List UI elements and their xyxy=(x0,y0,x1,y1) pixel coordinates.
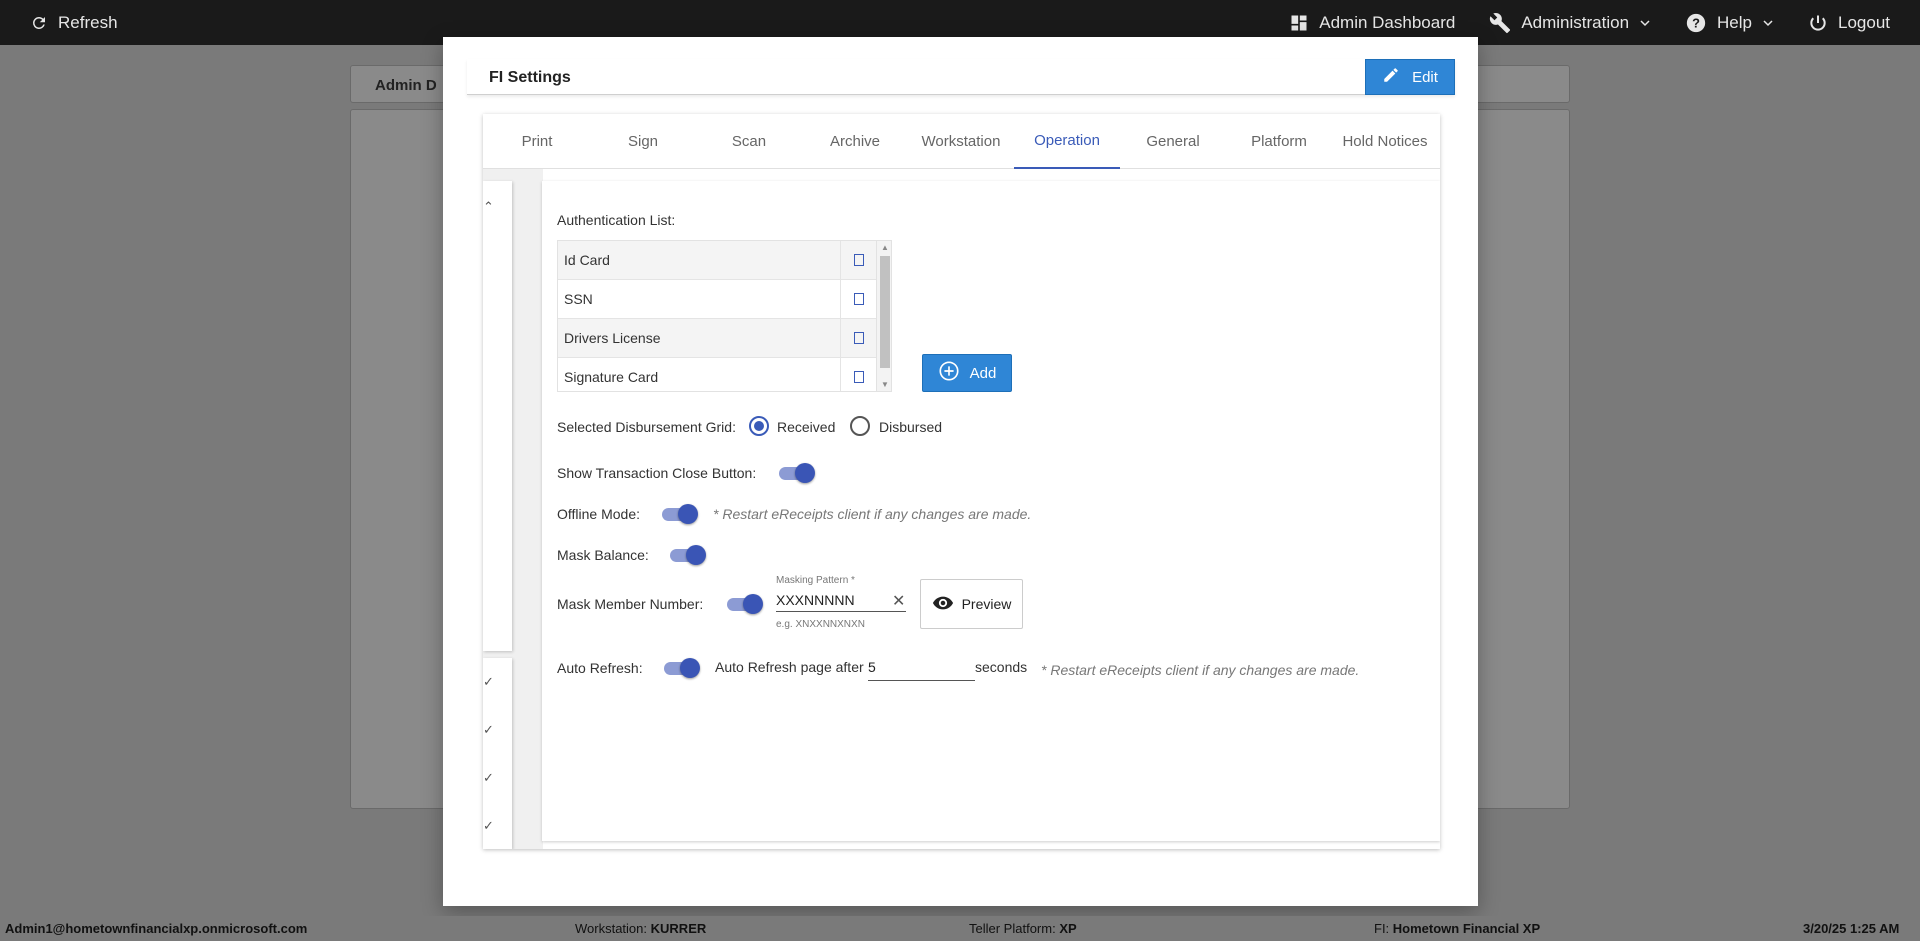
help-icon: ? xyxy=(1685,12,1707,34)
tab-archive[interactable]: Archive xyxy=(802,114,908,169)
mask-member-toggle[interactable] xyxy=(727,593,763,615)
authentication-list: Id Card SSN Drivers License Signature Ca… xyxy=(557,240,892,392)
masking-pattern-field[interactable]: Masking Pattern * XXXNNNNN ✕ e.g. XNXXNN… xyxy=(776,575,906,630)
scroll-down-icon[interactable]: ▼ xyxy=(881,380,889,389)
operation-panel: Authentication List: Id Card SSN Drivers… xyxy=(542,181,1440,841)
admin-dashboard-link[interactable]: Admin Dashboard xyxy=(1289,13,1455,33)
dashboard-icon xyxy=(1289,13,1309,33)
tab-platform[interactable]: Platform xyxy=(1226,114,1332,169)
list-item[interactable]: Drivers License xyxy=(558,318,876,358)
add-button[interactable]: Add xyxy=(922,354,1012,392)
auth-item-checkbox[interactable] xyxy=(854,293,864,305)
help-menu[interactable]: ? Help xyxy=(1685,12,1774,34)
auth-item-name: Drivers License xyxy=(558,318,841,358)
administration-label: Administration xyxy=(1521,12,1630,32)
auth-list-label: Authentication List: xyxy=(557,212,676,228)
auto-refresh-text: Auto Refresh page after xyxy=(715,659,864,675)
auth-item-checkbox[interactable] xyxy=(854,332,864,344)
show-close-label: Show Transaction Close Button: xyxy=(557,465,757,481)
received-label: Received xyxy=(777,419,836,435)
scroll-up-icon[interactable]: ▲ xyxy=(881,243,889,252)
status-bar: Admin1@hometownfinancialxp.onmicrosoft.c… xyxy=(0,916,1920,941)
modal-header: FI Settings xyxy=(467,59,1455,95)
chevron-up-icon[interactable]: ⌃ xyxy=(483,199,494,214)
edit-button[interactable]: Edit xyxy=(1365,59,1455,95)
offline-mode-toggle[interactable] xyxy=(662,503,698,525)
auth-item-name: Signature Card xyxy=(558,357,841,391)
mask-member-label: Mask Member Number: xyxy=(557,596,704,612)
modal-title: FI Settings xyxy=(489,69,571,86)
status-fi: FI: Hometown Financial XP xyxy=(1374,921,1541,936)
tab-sign[interactable]: Sign xyxy=(590,114,696,169)
status-datetime: 3/20/25 1:25 AM xyxy=(1803,921,1900,936)
chevron-down-icon xyxy=(1762,17,1774,29)
status-user: Admin1@hometownfinancialxp.onmicrosoft.c… xyxy=(5,921,308,936)
disbursement-label: Selected Disbursement Grid: xyxy=(557,419,736,435)
disbursed-radio[interactable] xyxy=(850,416,870,436)
chevron-down-icon xyxy=(1639,17,1651,29)
offline-mode-label: Offline Mode: xyxy=(557,506,641,522)
masking-pattern-hint: e.g. XNXXNNXNXN xyxy=(776,619,865,630)
list-item[interactable]: Id Card xyxy=(558,241,876,280)
scrollbar-thumb[interactable] xyxy=(880,256,890,368)
wrench-icon xyxy=(1489,12,1511,34)
auth-item-name: SSN xyxy=(558,279,841,319)
check-icon: ✓ xyxy=(483,722,494,737)
settings-card: Print Sign Scan Archive Workstation Oper… xyxy=(483,114,1440,849)
list-scrollbar[interactable]: ▲ ▼ xyxy=(876,241,891,391)
auth-item-checkbox[interactable] xyxy=(854,371,864,383)
auto-refresh-restart-note: * Restart eReceipts client if any change… xyxy=(1041,662,1360,678)
admin-dashboard-label: Admin Dashboard xyxy=(1319,12,1456,32)
offline-restart-note: * Restart eReceipts client if any change… xyxy=(713,506,1032,522)
list-item[interactable]: SSN xyxy=(558,279,876,319)
tab-print[interactable]: Print xyxy=(484,114,590,169)
logout-label: Logout xyxy=(1838,12,1890,32)
eye-icon xyxy=(932,595,954,614)
help-label: Help xyxy=(1717,12,1752,32)
received-radio[interactable] xyxy=(749,416,769,436)
side-panel-lower: ✓ ✓ ✓ ✓ xyxy=(483,658,512,849)
refresh-button[interactable]: Refresh xyxy=(30,0,118,45)
preview-label: Preview xyxy=(961,596,1012,612)
tab-scan[interactable]: Scan xyxy=(696,114,802,169)
clear-icon[interactable]: ✕ xyxy=(892,591,905,611)
logout-button[interactable]: Logout xyxy=(1808,13,1890,33)
masking-pattern-input[interactable]: XXXNNNNN xyxy=(776,590,906,612)
svg-text:?: ? xyxy=(1692,15,1700,30)
tab-operation[interactable]: Operation xyxy=(1014,114,1120,169)
check-icon: ✓ xyxy=(483,818,494,833)
tab-hold-notices[interactable]: Hold Notices xyxy=(1332,114,1438,169)
status-teller-platform: Teller Platform: XP xyxy=(969,921,1077,936)
edit-label: Edit xyxy=(1412,68,1438,86)
show-close-toggle[interactable] xyxy=(779,462,815,484)
preview-button[interactable]: Preview xyxy=(920,579,1023,629)
auth-item-checkbox[interactable] xyxy=(854,254,864,266)
side-panel-upper: ⌃ xyxy=(483,181,512,651)
seconds-label: seconds xyxy=(975,659,1028,675)
settings-tabs: Print Sign Scan Archive Workstation Oper… xyxy=(483,114,1440,169)
power-icon xyxy=(1808,13,1828,33)
add-label: Add xyxy=(969,364,997,382)
mask-balance-label: Mask Balance: xyxy=(557,547,649,563)
auth-item-name: Id Card xyxy=(558,241,841,280)
masking-pattern-label: Masking Pattern * xyxy=(776,575,855,586)
administration-menu[interactable]: Administration xyxy=(1489,12,1651,34)
background-panel-title: Admin D xyxy=(375,77,437,94)
tab-workstation[interactable]: Workstation xyxy=(908,114,1014,169)
fi-settings-modal: FI Settings Edit Print Sign Scan Archive… xyxy=(443,37,1478,906)
auto-refresh-seconds-input[interactable]: 5 xyxy=(868,657,975,681)
check-icon: ✓ xyxy=(483,770,494,785)
check-icon: ✓ xyxy=(483,674,494,689)
plus-circle-icon xyxy=(938,360,960,386)
status-workstation: Workstation: KURRER xyxy=(575,921,707,936)
auto-refresh-label: Auto Refresh: xyxy=(557,660,643,676)
mask-balance-toggle[interactable] xyxy=(670,544,706,566)
refresh-icon xyxy=(30,14,48,32)
auto-refresh-toggle[interactable] xyxy=(664,657,700,679)
list-item[interactable]: Signature Card xyxy=(558,357,876,391)
disbursed-label: Disbursed xyxy=(879,419,943,435)
refresh-label: Refresh xyxy=(58,12,118,32)
tab-general[interactable]: General xyxy=(1120,114,1226,169)
pencil-icon xyxy=(1382,66,1400,88)
